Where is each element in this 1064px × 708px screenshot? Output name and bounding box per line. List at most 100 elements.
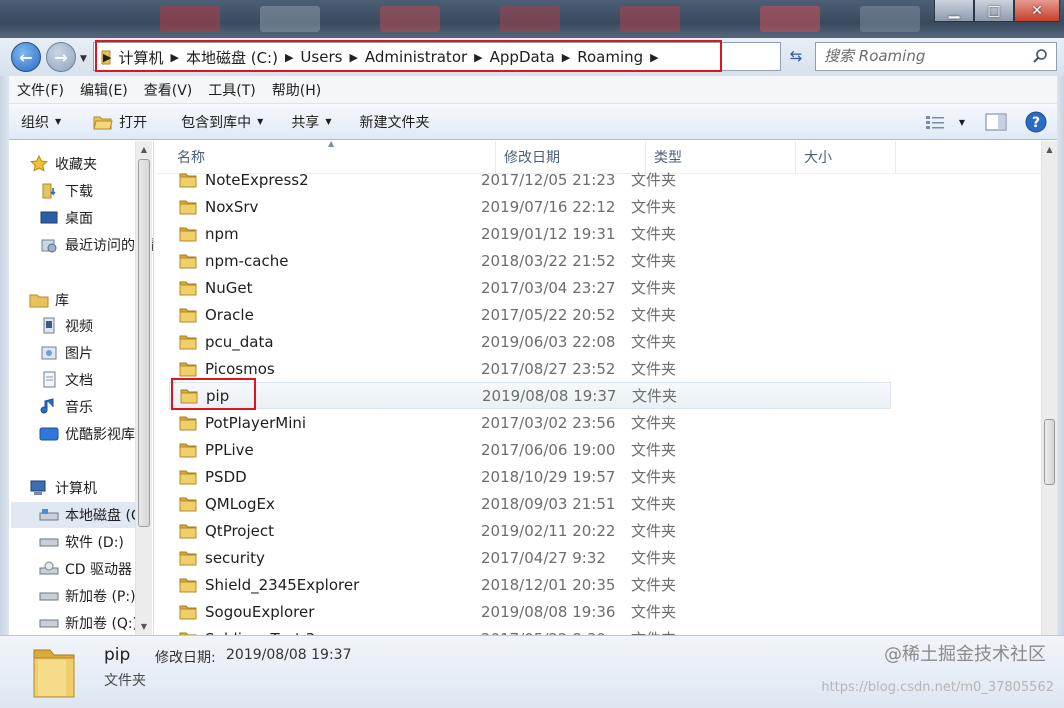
organize-button[interactable]: 组织 ▼	[9, 108, 71, 136]
nav-pictures-label: 图片	[65, 346, 93, 362]
back-button[interactable]: ←	[11, 42, 41, 72]
file-name-cell: PSDD	[169, 468, 481, 486]
file-name: Picosmos	[205, 359, 275, 378]
file-type-cell: 文件夹	[631, 360, 677, 378]
open-button[interactable]: 打开	[83, 108, 157, 136]
file-row[interactable]: npm-cache 2018/03/22 21:52 文件夹	[169, 247, 891, 274]
column-modified-label: 修改日期	[504, 150, 560, 166]
file-modified-cell: 2017/04/27 9:32	[481, 548, 606, 567]
file-row[interactable]: Oracle 2017/05/22 20:52 文件夹	[169, 301, 891, 328]
menu-view[interactable]: 查看(V)	[136, 80, 201, 100]
menu-help[interactable]: 帮助(H)	[264, 80, 329, 100]
file-list-scrollbar[interactable]: ▲	[1041, 141, 1057, 635]
file-list-scroll-thumb[interactable]	[1044, 419, 1055, 485]
cd-drive-icon	[39, 560, 59, 578]
file-row[interactable]: PPLive 2017/06/06 19:00 文件夹	[169, 436, 891, 463]
file-modified-cell: 2017/08/27 23:52	[481, 359, 616, 378]
recent-pages-dropdown[interactable]: ▼	[80, 54, 87, 64]
file-row[interactable]: npm 2019/01/12 19:31 文件夹	[169, 220, 891, 247]
file-name-cell: Shield_2345Explorer	[169, 576, 481, 594]
file-row[interactable]: SogouExplorer 2019/08/08 19:36 文件夹	[169, 598, 891, 625]
file-modified-cell: 2017/06/06 19:00	[481, 440, 616, 459]
documents-icon	[39, 371, 59, 389]
minimize-icon: ▁	[948, 2, 960, 19]
file-type-cell: 文件夹	[631, 576, 677, 594]
close-button[interactable]: ✕	[1014, 0, 1060, 22]
file-type-cell: 文件夹	[631, 522, 677, 540]
file-type-cell: 文件夹	[631, 441, 677, 459]
file-row[interactable]: Picosmos 2017/08/27 23:52 文件夹	[169, 355, 891, 382]
preview-pane-button[interactable]	[971, 108, 1021, 136]
file-type-cell: 文件夹	[631, 171, 677, 189]
navigation-scroll-thumb[interactable]	[138, 159, 150, 527]
details-pane: pip 修改日期: 2019/08/08 19:37 文件夹 @稀土掘金技术社区…	[0, 635, 1064, 708]
file-modified-cell: 2019/06/03 22:08	[481, 332, 616, 351]
view-details-icon	[925, 116, 944, 129]
folder-icon	[179, 578, 197, 592]
file-name: PotPlayerMini	[205, 413, 307, 432]
file-row[interactable]: NoxSrv 2019/07/16 22:12 文件夹	[169, 193, 891, 220]
column-type-label: 类型	[654, 150, 682, 166]
file-row[interactable]: NuGet 2017/03/04 23:27 文件夹	[169, 274, 891, 301]
navigation-scrollbar[interactable]: ▲ ▼	[135, 141, 152, 635]
maximize-button[interactable]: □	[974, 0, 1014, 22]
nav-downloads-label: 下载	[65, 184, 93, 200]
nav-drive-c[interactable]: 本地磁盘 (C:)	[11, 502, 140, 528]
file-type-cell: 文件夹	[631, 198, 677, 216]
forward-button[interactable]: →	[46, 42, 76, 72]
file-row[interactable]: NoteExpress2 2017/12/05 21:23 文件夹	[169, 166, 891, 193]
file-name: QMLogEx	[205, 494, 275, 513]
search-icon[interactable]	[1032, 48, 1048, 64]
menu-tools[interactable]: 工具(T)	[200, 80, 263, 100]
caret-down-icon: ▼	[257, 117, 264, 126]
nav-drive-c-label: 本地磁盘 (C:)	[65, 508, 140, 524]
menu-edit[interactable]: 编辑(E)	[72, 80, 136, 100]
file-row[interactable]: pcu_data 2019/06/03 22:08 文件夹	[169, 328, 891, 355]
file-modified-cell: 2017/05/22 20:52	[481, 305, 616, 324]
file-modified-cell: 2019/08/08 19:36	[481, 602, 616, 621]
svg-text:?: ?	[1032, 115, 1040, 131]
scroll-down-arrow[interactable]: ▼	[136, 618, 152, 635]
help-icon: ?	[1025, 111, 1047, 133]
file-row[interactable]: security 2017/04/27 9:32 文件夹	[169, 544, 891, 571]
file-type-cell: 文件夹	[631, 252, 677, 270]
menu-file[interactable]: 文件(F)	[9, 80, 72, 100]
file-row[interactable]: PSDD 2018/10/29 19:57 文件夹	[169, 463, 891, 490]
file-name: PSDD	[205, 467, 247, 486]
folder-icon	[179, 227, 197, 241]
command-toolbar: 组织 ▼ 打开 包含到库中 ▼ 共享 ▼ 新建文件夹 ▼ ?	[9, 104, 1057, 140]
change-view-button[interactable]: ▼	[919, 108, 971, 136]
include-in-library-button[interactable]: 包含到库中 ▼	[171, 108, 273, 136]
file-modified-cell: 2018/03/22 21:52	[481, 251, 616, 270]
file-name: npm-cache	[205, 251, 289, 270]
scroll-up-arrow[interactable]: ▲	[1042, 141, 1057, 158]
nav-favorites-label: 收藏夹	[55, 157, 97, 173]
file-type-cell: 文件夹	[631, 628, 771, 635]
file-row[interactable]: QMLogEx 2018/09/03 21:51 文件夹	[169, 490, 891, 517]
file-row[interactable]: Sublime Text 32017/05/22 8:30文件夹	[169, 625, 891, 635]
pictures-icon	[39, 344, 59, 362]
file-row[interactable]: QtProject 2019/02/11 20:22 文件夹	[169, 517, 891, 544]
refresh-button[interactable]: ⇆	[784, 44, 808, 68]
file-row[interactable]: Shield_2345Explorer 2018/12/01 20:35 文件夹	[169, 571, 891, 598]
folder-icon	[179, 497, 197, 511]
drive-icon	[39, 587, 59, 605]
nav-volume-q-label: 新加卷 (Q:)	[65, 616, 139, 632]
window-frame-right	[1057, 76, 1064, 635]
new-folder-button[interactable]: 新建文件夹	[349, 108, 439, 136]
search-input[interactable]	[824, 43, 1024, 69]
details-modified-value: 2019/08/08 19:37	[226, 647, 352, 663]
share-button[interactable]: 共享 ▼	[281, 108, 341, 136]
file-row[interactable]: pip 2019/08/08 19:37 文件夹	[169, 382, 891, 409]
scroll-up-arrow[interactable]: ▲	[136, 141, 152, 158]
address-highlight-box	[95, 40, 722, 72]
blurred-tab	[620, 6, 680, 32]
organize-label: 组织	[21, 114, 49, 131]
libraries-icon	[29, 291, 49, 309]
blurred-tab	[260, 6, 320, 32]
minimize-button[interactable]: ▁	[934, 0, 974, 22]
file-row[interactable]: PotPlayerMini 2017/03/02 23:56 文件夹	[169, 409, 891, 436]
help-button[interactable]: ?	[1021, 108, 1057, 136]
file-name-cell: NoteExpress2	[169, 171, 481, 189]
file-name-cell: NoxSrv	[169, 198, 481, 216]
